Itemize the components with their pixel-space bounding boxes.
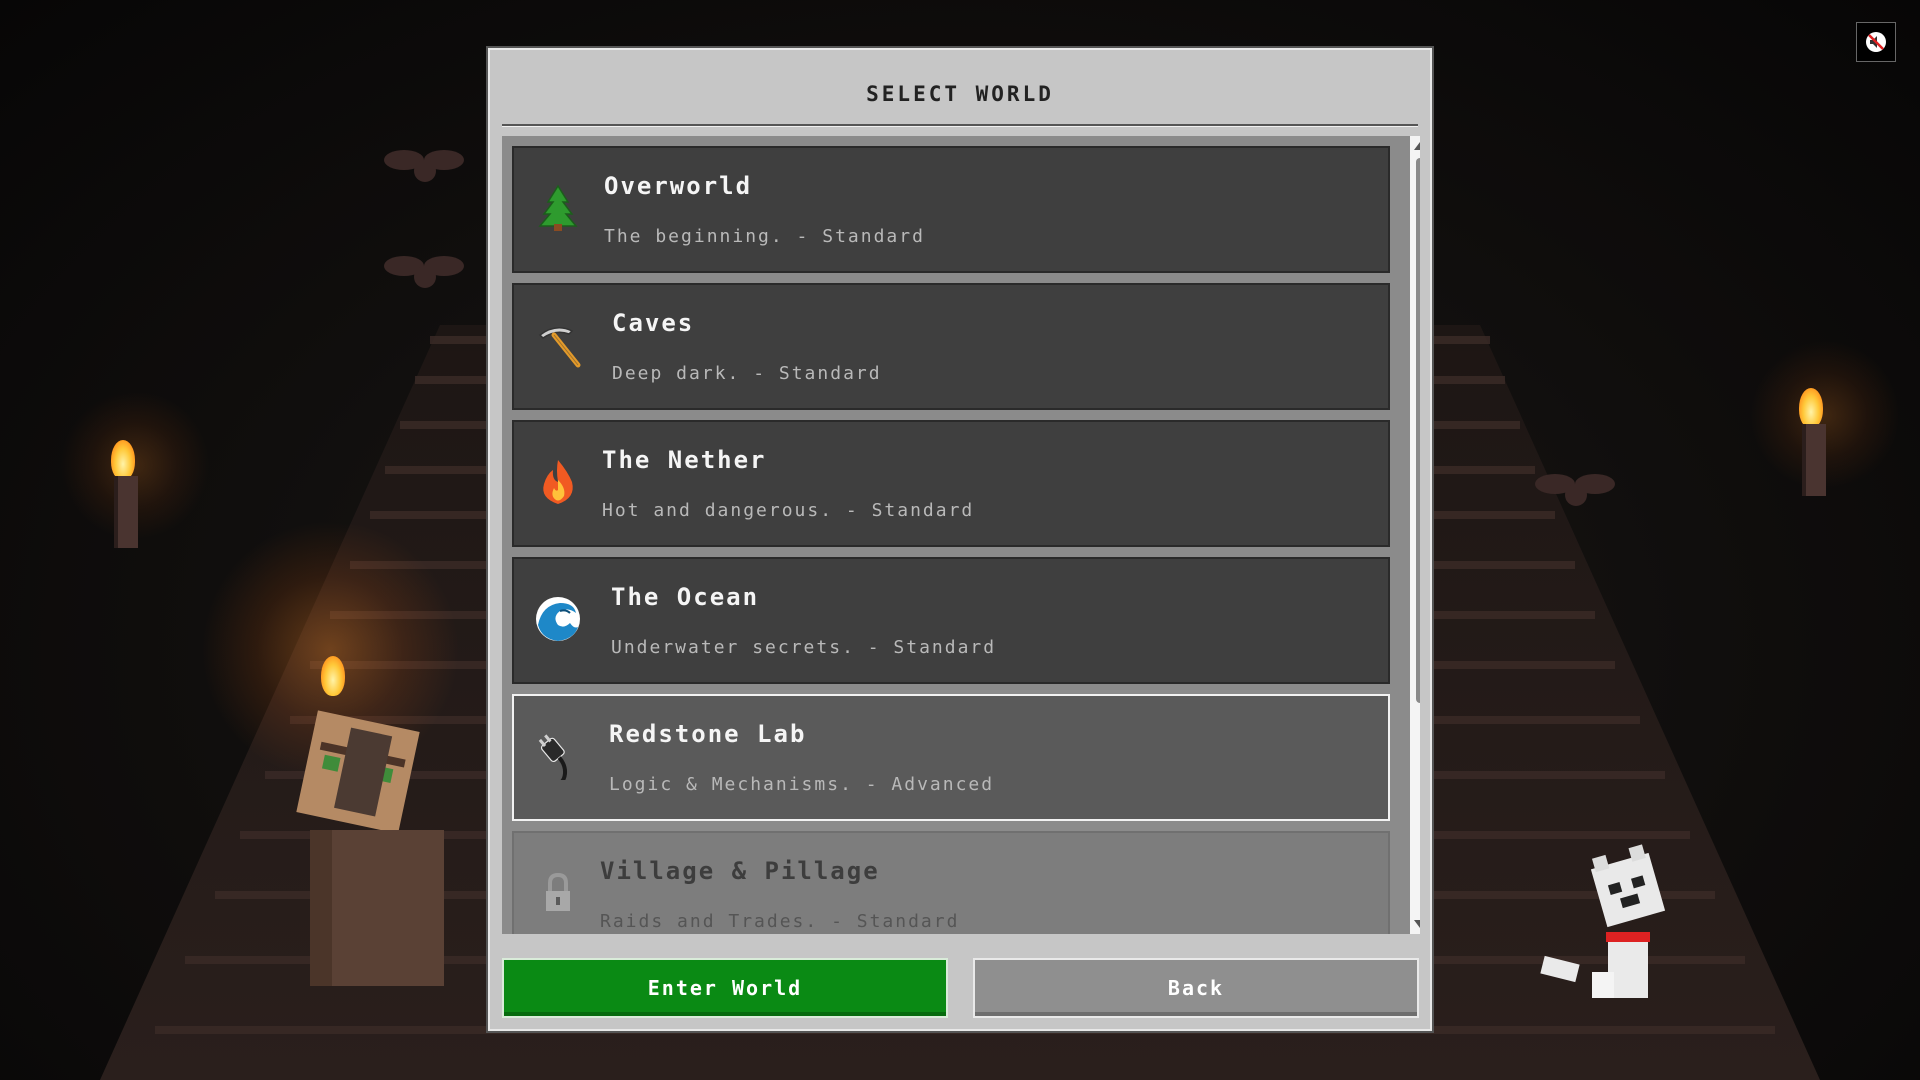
scroll-up-arrow-icon[interactable] bbox=[1414, 142, 1420, 150]
world-name: Redstone Lab bbox=[609, 720, 807, 748]
list-scrollbar[interactable] bbox=[1410, 136, 1420, 934]
world-name: Caves bbox=[612, 309, 695, 337]
villager-character bbox=[296, 700, 446, 990]
world-description: The beginning. - Standard bbox=[604, 226, 925, 247]
world-name: The Nether bbox=[602, 446, 767, 474]
mute-button[interactable] bbox=[1856, 22, 1896, 62]
enter-world-button[interactable]: Enter World bbox=[502, 958, 948, 1018]
world-description: Logic & Mechanisms. - Advanced bbox=[609, 774, 995, 795]
world-item-overworld[interactable]: Overworld The beginning. - Standard bbox=[512, 146, 1390, 273]
tree-icon bbox=[534, 184, 582, 232]
wolf-character bbox=[1540, 844, 1670, 1010]
scroll-down-arrow-icon[interactable] bbox=[1414, 920, 1420, 928]
fire-icon bbox=[534, 458, 582, 506]
world-name: The Ocean bbox=[611, 583, 760, 611]
plug-icon bbox=[534, 732, 582, 780]
world-description: Deep dark. - Standard bbox=[612, 363, 882, 384]
bat bbox=[384, 146, 464, 186]
bat bbox=[1535, 470, 1615, 510]
world-description: Raids and Trades. - Standard bbox=[600, 911, 960, 932]
back-button[interactable]: Back bbox=[973, 958, 1419, 1018]
pickaxe-icon bbox=[534, 321, 582, 369]
world-item-redstone-lab[interactable]: Redstone Lab Logic & Mechanisms. - Advan… bbox=[512, 694, 1390, 821]
lock-icon bbox=[534, 869, 582, 917]
world-description: Hot and dangerous. - Standard bbox=[602, 500, 975, 521]
world-item-caves[interactable]: Caves Deep dark. - Standard bbox=[512, 283, 1390, 410]
world-item-village-pillage[interactable]: Village & Pillage Raids and Trades. - St… bbox=[512, 831, 1390, 934]
world-name: Village & Pillage bbox=[600, 857, 880, 885]
wave-icon bbox=[534, 595, 582, 643]
world-item-the-ocean[interactable]: The Ocean Underwater secrets. - Standard bbox=[512, 557, 1390, 684]
world-name: Overworld bbox=[604, 172, 753, 200]
world-list-items: Overworld The beginning. - Standard Cave… bbox=[512, 146, 1390, 934]
world-description: Underwater secrets. - Standard bbox=[611, 637, 997, 658]
world-select-dialog: SELECT WORLD Overworld The beginning. - … bbox=[488, 48, 1432, 1031]
speaker-muted-icon bbox=[1866, 32, 1886, 52]
bat bbox=[384, 252, 464, 292]
world-list[interactable]: Overworld The beginning. - Standard Cave… bbox=[502, 136, 1420, 934]
world-item-the-nether[interactable]: The Nether Hot and dangerous. - Standard bbox=[512, 420, 1390, 547]
title-divider bbox=[502, 124, 1418, 127]
scroll-thumb[interactable] bbox=[1416, 158, 1420, 703]
